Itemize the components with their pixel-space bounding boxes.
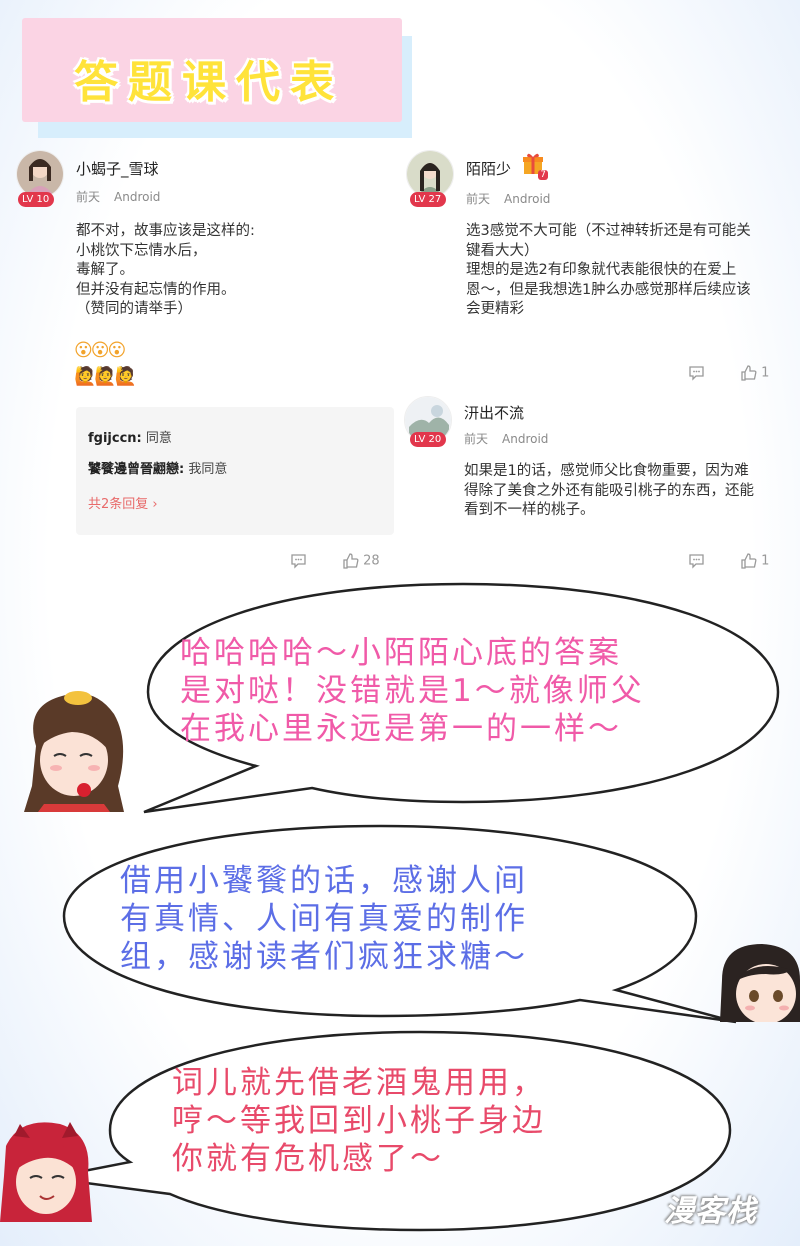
comment-text: 如果是1的话，感觉师父比食物重要，因为难 得除了美食之外还有能吸引桃子的东西，还… (464, 463, 754, 518)
bubble-text-3: 词儿就先借老酒鬼用用， 哼～等我回到小桃子身边 你就有危机感了～ (172, 1065, 546, 1177)
level-badge: LV 20 (410, 432, 447, 447)
avatar[interactable] (16, 150, 64, 198)
character-boy-icon (720, 944, 800, 1022)
comment-1: LV 10 小蝎子_雪球 前天 Android 都不对，故事应该是这样的: 小桃饮… (0, 0, 400, 580)
reply-user[interactable]: fgijccn: (88, 431, 142, 446)
watermark-logo: 漫客栈 (664, 1194, 757, 1229)
more-replies-link[interactable]: 共2条回复 › (88, 493, 158, 512)
timestamp: 前天 (464, 432, 489, 446)
username[interactable]: 汧出不流 (464, 402, 524, 423)
platform: Android (114, 190, 161, 204)
comic-page: 答题课代表 LV 10 小蝎子_雪球 前天 Android 都不对，故事应该是这样… (0, 0, 800, 1246)
like-button[interactable]: 1 (740, 365, 769, 381)
comment-button[interactable] (688, 553, 705, 569)
gift-badge: 7 (522, 152, 548, 180)
like-button[interactable]: 28 (342, 553, 380, 569)
thumbs-up-icon (343, 553, 359, 569)
like-count: 28 (363, 553, 380, 569)
like-count: 1 (761, 553, 770, 569)
reply-text: 我同意 (184, 462, 228, 477)
username[interactable]: 陌陌少 (466, 158, 511, 179)
reply-user[interactable]: 饕餮邊曾晉翽戀: (88, 462, 184, 477)
comment-icon (689, 554, 704, 569)
bubble-text-1: 哈哈哈哈～小陌陌心底的答案 是对哒！没错就是1～就像师父 在我心里永远是第一的一… (180, 635, 645, 747)
platform: Android (504, 192, 551, 206)
chevron-right-icon: › (148, 497, 158, 512)
level-badge: LV 10 (18, 192, 55, 207)
thumbs-up-icon (741, 553, 757, 569)
emoji-row: 😮😮😮 (74, 340, 126, 361)
avatar[interactable] (406, 150, 454, 198)
character-redhair-icon (0, 1122, 92, 1222)
platform: Android (502, 432, 549, 446)
username[interactable]: 小蝎子_雪球 (76, 158, 159, 179)
gift-level: 7 (538, 170, 548, 180)
timestamp: 前天 (76, 190, 101, 204)
timestamp: 前天 (466, 192, 491, 206)
comment-icon (291, 554, 306, 569)
reply-item: 饕餮邊曾晉翽戀: 我同意 (88, 458, 227, 477)
reply-item: fgijccn: 同意 (88, 427, 172, 446)
comment-button[interactable] (290, 553, 307, 569)
bubble-text-2: 借用小饕餮的话，感谢人间 有真情、人间有真爱的制作 组，感谢读者们疯狂求糖～ (120, 863, 528, 975)
comment-2: LV 27 陌陌少 7 前天 Android 选3感觉不大可能（不过神转折还是有可… (400, 0, 800, 390)
comment-icon (689, 366, 704, 381)
like-count: 1 (761, 365, 770, 381)
reply-text: 同意 (141, 431, 172, 446)
like-button[interactable]: 1 (740, 553, 769, 569)
comment-3: LV 20 汧出不流 前天 Android 如果是1的话，感觉师父比食物重要，因为… (400, 390, 800, 580)
level-badge: LV 27 (410, 192, 447, 207)
character-girl-icon (24, 691, 124, 812)
comment-meta: 前天 Android (76, 188, 174, 205)
comment-meta: 前天 Android (466, 190, 564, 207)
comment-text: 都不对，故事应该是这样的: 小桃饮下忘情水后， 毒解了。 但并没有起忘情的作用。… (76, 223, 255, 317)
reply-box[interactable]: fgijccn: 同意 饕餮邊曾晉翽戀: 我同意 共2条回复 › (76, 407, 394, 535)
comment-meta: 前天 Android (464, 430, 562, 447)
more-replies-label: 共2条回复 (88, 497, 149, 512)
thumbs-up-icon (741, 365, 757, 381)
emoji-row: 🙋🙋🙋 (74, 366, 137, 387)
comment-button[interactable] (688, 365, 705, 381)
comment-text: 选3感觉不大可能（不过神转折还是有可能关 键看大大） 理想的是选2有印象就代表能… (466, 223, 751, 317)
